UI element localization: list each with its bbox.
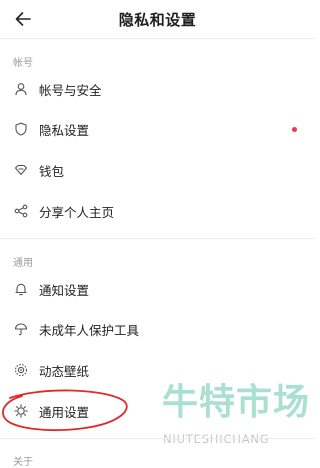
menu-item-label: 通用设置 bbox=[39, 404, 90, 420]
menu-item-label: 帐号与安全 bbox=[39, 82, 102, 98]
umbrella-icon bbox=[13, 321, 29, 337]
menu-item-wallet[interactable]: 钱包 bbox=[0, 150, 315, 190]
shield-icon bbox=[13, 121, 29, 137]
back-button[interactable] bbox=[10, 6, 36, 32]
section-label-general: 通用 bbox=[13, 258, 33, 269]
menu-item-label: 隐私设置 bbox=[39, 122, 90, 138]
bell-icon bbox=[13, 281, 29, 297]
wallet-icon bbox=[13, 162, 29, 178]
section-divider bbox=[0, 238, 315, 239]
watermark-subtext: NIUTESHICHANG bbox=[163, 432, 270, 446]
share-icon bbox=[13, 203, 29, 219]
menu-item-live-wallpaper[interactable]: 动态壁纸 bbox=[0, 350, 315, 390]
section-label-about: 关于 bbox=[13, 457, 33, 468]
menu-item-minor-protection[interactable]: 未成年人保护工具 bbox=[0, 309, 315, 349]
notification-badge bbox=[292, 127, 297, 132]
menu-item-privacy-settings[interactable]: 隐私设置 bbox=[0, 109, 315, 149]
gear-icon bbox=[13, 403, 29, 419]
menu-item-label: 动态壁纸 bbox=[39, 363, 90, 379]
section-label-account: 帐号 bbox=[13, 58, 33, 69]
menu-item-label: 钱包 bbox=[39, 163, 65, 179]
person-icon bbox=[13, 81, 29, 97]
menu-item-label: 分享个人主页 bbox=[39, 204, 115, 220]
menu-item-share-profile[interactable]: 分享个人主页 bbox=[0, 191, 315, 231]
menu-item-label: 通知设置 bbox=[39, 282, 90, 298]
menu-item-general-settings[interactable]: 通用设置 bbox=[0, 391, 315, 431]
menu-item-notification-settings[interactable]: 通知设置 bbox=[0, 269, 315, 309]
nav-bar: 隐私和设置 bbox=[0, 0, 315, 39]
page-title: 隐私和设置 bbox=[118, 11, 197, 29]
wallpaper-icon bbox=[13, 362, 29, 378]
menu-item-label: 未成年人保护工具 bbox=[39, 322, 140, 338]
section-divider bbox=[0, 438, 315, 439]
menu-item-account-security[interactable]: 帐号与安全 bbox=[0, 69, 315, 109]
arrow-left-icon bbox=[15, 12, 31, 26]
